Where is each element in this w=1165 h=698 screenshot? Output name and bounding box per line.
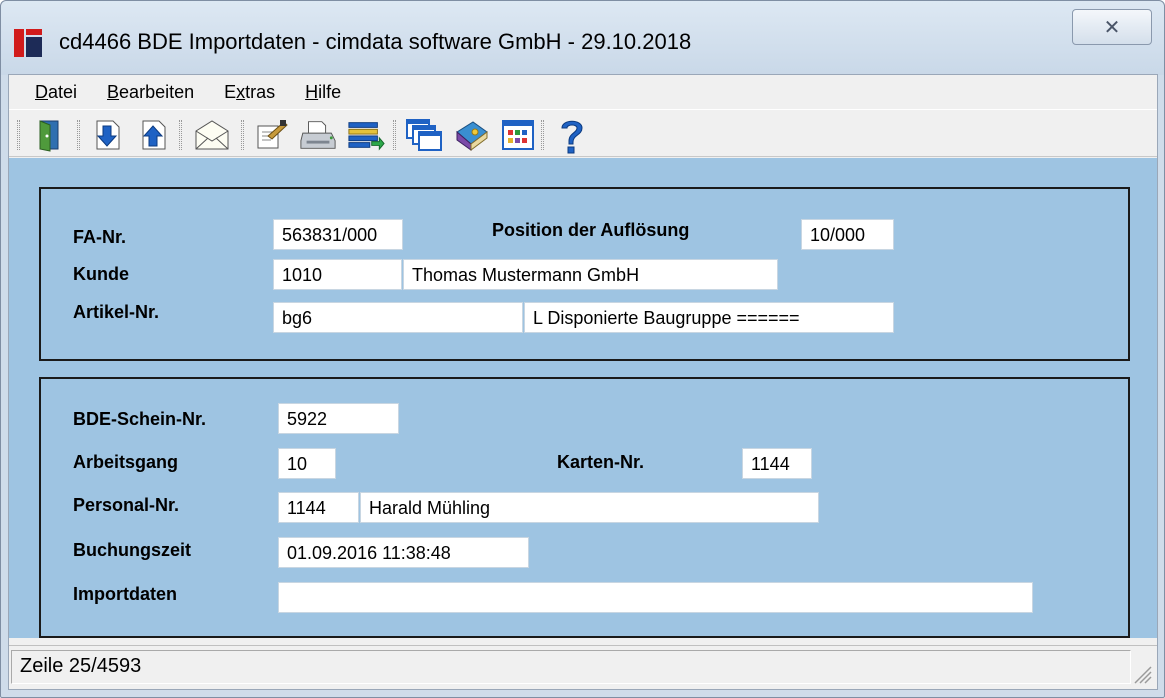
order-group: FA-Nr. 563831/000 Position der Auflösung…	[39, 187, 1130, 361]
bde-schein-field[interactable]: 5922	[278, 403, 399, 434]
menu-bearbeiten[interactable]: Bearbeiten	[107, 82, 194, 103]
edit-note-icon[interactable]	[253, 116, 291, 154]
toolbar-separator	[241, 120, 244, 150]
exit-door-icon[interactable]	[31, 116, 69, 154]
kunde-label: Kunde	[73, 264, 129, 284]
position-label: Position der Auflösung	[492, 220, 690, 240]
artikel-desc-field[interactable]: L Disponierte Baugruppe ======	[524, 302, 894, 333]
list-transfer-icon[interactable]	[347, 116, 385, 154]
title-bar[interactable]: cd4466 BDE Importdaten - cimdata softwar…	[1, 1, 1164, 75]
arbeitsgang-field[interactable]: 10	[278, 448, 336, 479]
menu-bar: Datei Bearbeiten Extras Hilfe	[9, 75, 1157, 109]
export-up-icon[interactable]	[135, 116, 173, 154]
window-title: cd4466 BDE Importdaten - cimdata softwar…	[59, 29, 692, 54]
arbeitsgang-label: Arbeitsgang	[73, 452, 179, 472]
menu-datei[interactable]: Datei	[35, 82, 77, 103]
client-area: Datei Bearbeiten Extras Hilfe FA-Nr. 563…	[8, 74, 1158, 690]
buchungszeit-field[interactable]: 01.09.2016 11:38:48	[278, 537, 529, 568]
toolbar-separator	[541, 120, 544, 150]
app-logo-icon	[14, 29, 42, 57]
import-down-icon[interactable]	[89, 116, 127, 154]
artikel-nr-label: Artikel-Nr.	[73, 302, 160, 322]
buchungszeit-label: Buchungszeit	[73, 540, 192, 560]
grid-table-icon[interactable]	[499, 116, 537, 154]
toolbar-separator	[17, 120, 20, 150]
content-panel: FA-Nr. 563831/000 Position der Auflösung…	[9, 158, 1157, 638]
toolbar-separator	[179, 120, 182, 150]
personal-nr-label: Personal-Nr.	[73, 495, 180, 515]
personal-nr-field[interactable]: 1144	[278, 492, 359, 523]
position-field[interactable]: 10/000	[801, 219, 894, 250]
app-window: cd4466 BDE Importdaten - cimdata softwar…	[0, 0, 1165, 698]
personal-name-field[interactable]: Harald Mühling	[360, 492, 819, 523]
karten-nr-label: Karten-Nr.	[557, 452, 645, 472]
help-icon[interactable]	[553, 116, 591, 154]
importdaten-field[interactable]	[278, 582, 1033, 613]
karten-nr-field[interactable]: 1144	[742, 448, 812, 479]
menu-hilfe[interactable]: Hilfe	[305, 82, 341, 103]
menu-extras[interactable]: Extras	[224, 82, 275, 103]
windows-cascade-icon[interactable]	[405, 116, 443, 154]
importdaten-label: Importdaten	[73, 584, 178, 604]
toolbar-separator	[77, 120, 80, 150]
kunde-name-field[interactable]: Thomas Mustermann GmbH	[403, 259, 778, 290]
resize-grip-icon[interactable]	[1131, 663, 1153, 685]
artikel-nr-field[interactable]: bg6	[273, 302, 523, 333]
fa-nr-label: FA-Nr.	[73, 227, 127, 247]
close-button[interactable]: ✕	[1072, 9, 1152, 45]
kunde-nr-field[interactable]: 1010	[273, 259, 402, 290]
toolbar	[9, 109, 1157, 157]
status-bar: Zeile 25/4593	[9, 645, 1157, 689]
bde-schein-label: BDE-Schein-Nr.	[73, 409, 207, 429]
printer-icon[interactable]	[299, 116, 337, 154]
mail-icon[interactable]	[193, 116, 231, 154]
toolbar-separator	[393, 120, 396, 150]
status-text: Zeile 25/4593	[11, 650, 1131, 684]
booking-group: BDE-Schein-Nr. 5922 Arbeitsgang 10 Karte…	[39, 377, 1130, 638]
fa-nr-field[interactable]: 563831/000	[273, 219, 403, 250]
book-icon[interactable]	[453, 116, 491, 154]
